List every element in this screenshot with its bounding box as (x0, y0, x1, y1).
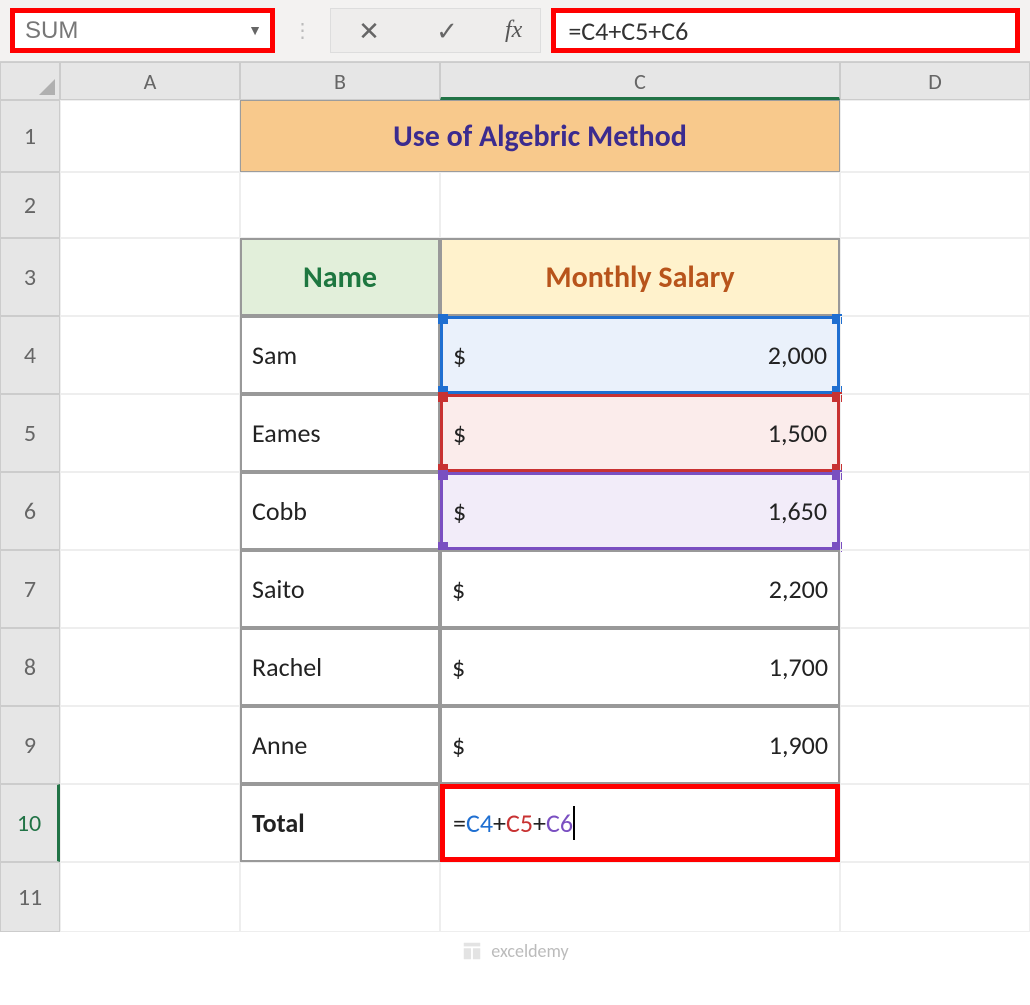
cell[interactable] (840, 706, 1030, 784)
row-header[interactable]: 9 (0, 706, 60, 784)
salary-value: 2,000 (768, 339, 827, 371)
formula-eq: = (453, 807, 466, 839)
cell[interactable] (60, 472, 240, 550)
cell[interactable] (240, 862, 440, 932)
salary-value: 1,700 (769, 651, 828, 683)
row-header[interactable]: 1 (0, 100, 60, 172)
formula-controls: ✕ ✓ fx (330, 8, 541, 53)
ref-c4: C4 (466, 807, 493, 839)
watermark: exceldemy (0, 932, 1030, 982)
currency: $ (453, 495, 466, 527)
salary-value: 1,900 (769, 729, 828, 761)
table-cell-salary[interactable]: $ 1,900 (440, 706, 840, 784)
table-header-name[interactable]: Name (240, 238, 440, 316)
chevron-down-icon[interactable]: ▼ (248, 22, 262, 39)
cell[interactable] (840, 784, 1030, 862)
row-header[interactable]: 10 (0, 784, 60, 862)
row-header[interactable]: 11 (0, 862, 60, 932)
enter-icon[interactable]: ✓ (427, 15, 467, 47)
cell[interactable] (840, 172, 1030, 238)
spreadsheet-grid[interactable]: A B C D 1 Use of Algebric Method 2 3 Nam… (0, 62, 1030, 932)
row-header[interactable]: 5 (0, 394, 60, 472)
row-header[interactable]: 3 (0, 238, 60, 316)
row-header[interactable]: 7 (0, 550, 60, 628)
cell[interactable] (440, 862, 840, 932)
total-label-cell[interactable]: Total (240, 784, 440, 862)
cell[interactable] (240, 172, 440, 238)
cell[interactable] (60, 550, 240, 628)
title-cell[interactable]: Use of Algebric Method (240, 100, 840, 172)
watermark-text: exceldemy (491, 940, 568, 962)
table-cell-name[interactable]: Saito (240, 550, 440, 628)
cell[interactable] (840, 472, 1030, 550)
cell[interactable] (840, 394, 1030, 472)
cell[interactable] (60, 706, 240, 784)
cell[interactable] (60, 862, 240, 932)
col-header-a[interactable]: A (60, 62, 240, 100)
cell[interactable] (840, 316, 1030, 394)
table-cell-salary[interactable]: $ 2,200 (440, 550, 840, 628)
salary-value: 1,500 (768, 417, 827, 449)
currency: $ (453, 339, 466, 371)
fx-icon[interactable]: fx (505, 17, 522, 44)
text-cursor (573, 806, 575, 840)
row-header[interactable]: 2 (0, 172, 60, 238)
cell[interactable] (60, 316, 240, 394)
salary-value: 2,200 (769, 573, 828, 605)
select-all-corner[interactable] (0, 62, 60, 100)
table-cell-salary[interactable]: $ 1,650 (440, 472, 840, 550)
active-cell-formula[interactable]: =C4+C5+C6 (440, 784, 840, 862)
col-header-b[interactable]: B (240, 62, 440, 100)
cell[interactable] (840, 862, 1030, 932)
cancel-icon[interactable]: ✕ (349, 15, 389, 47)
row-header[interactable]: 8 (0, 628, 60, 706)
ref-c5: C5 (506, 807, 533, 839)
cell[interactable] (440, 172, 840, 238)
row-header[interactable]: 4 (0, 316, 60, 394)
salary-value: 1,650 (768, 495, 827, 527)
table-cell-name[interactable]: Rachel (240, 628, 440, 706)
cell[interactable] (60, 394, 240, 472)
formula-text: =C4+C5+C6 (568, 15, 688, 47)
formula-input[interactable]: =C4+C5+C6 (551, 8, 1020, 53)
name-box[interactable]: ▼ (10, 8, 275, 53)
cell[interactable] (840, 100, 1030, 172)
currency: $ (452, 573, 465, 605)
table-cell-name[interactable]: Anne (240, 706, 440, 784)
currency: $ (452, 651, 465, 683)
table-cell-name[interactable]: Sam (240, 316, 440, 394)
cell[interactable] (60, 784, 240, 862)
col-header-d[interactable]: D (840, 62, 1030, 100)
ref-c6: C6 (546, 807, 573, 839)
table-cell-name[interactable]: Eames (240, 394, 440, 472)
cell[interactable] (840, 550, 1030, 628)
name-box-input[interactable] (25, 17, 225, 45)
col-header-c[interactable]: C (440, 62, 840, 100)
table-header-salary[interactable]: Monthly Salary (440, 238, 840, 316)
cell[interactable] (60, 100, 240, 172)
cell[interactable] (60, 172, 240, 238)
cell[interactable] (840, 238, 1030, 316)
currency: $ (453, 417, 466, 449)
logo-icon (461, 940, 483, 962)
cell[interactable] (60, 628, 240, 706)
formula-bar: ▼ ⋮ ✕ ✓ fx =C4+C5+C6 (0, 0, 1030, 62)
currency: $ (452, 729, 465, 761)
table-cell-name[interactable]: Cobb (240, 472, 440, 550)
row-header[interactable]: 6 (0, 472, 60, 550)
table-cell-salary[interactable]: $ 2,000 (440, 316, 840, 394)
table-cell-salary[interactable]: $ 1,700 (440, 628, 840, 706)
cell[interactable] (840, 628, 1030, 706)
cell[interactable] (60, 238, 240, 316)
table-cell-salary[interactable]: $ 1,500 (440, 394, 840, 472)
divider: ⋮ (275, 8, 330, 53)
